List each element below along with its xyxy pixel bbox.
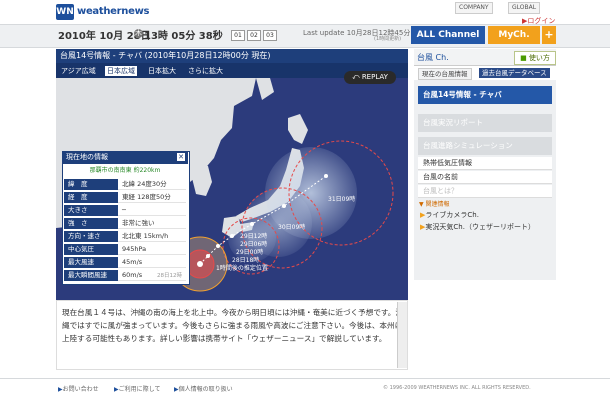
footer-divider bbox=[0, 378, 610, 379]
menu-about-typhoon[interactable]: 台風とは？ bbox=[418, 185, 552, 198]
channel-title: 台風 Ch. bbox=[417, 53, 449, 62]
description-text: 現在台風１４号は、沖縄の南の海上を北上中。今夜から明日頃には沖縄・奄美に近づく予… bbox=[62, 308, 403, 343]
track-point bbox=[230, 234, 234, 238]
current-time: 13時 05分 38秒 bbox=[144, 31, 223, 42]
track-point bbox=[216, 244, 220, 248]
track-label-30: 30日09時 bbox=[278, 224, 306, 231]
description-scrollbar[interactable] bbox=[397, 302, 407, 368]
track-point bbox=[282, 204, 286, 208]
global-link[interactable]: GLOBAL bbox=[508, 2, 541, 14]
related-live-camera-label: ライブカメラCh. bbox=[425, 211, 479, 219]
info-label-lon: 経 度 bbox=[64, 192, 118, 203]
info-label-gust: 最大瞬間風速 bbox=[64, 270, 118, 281]
small-button-2[interactable]: 02 bbox=[247, 30, 261, 41]
tab-past-database[interactable]: 過去台風データベース bbox=[479, 68, 550, 78]
info-label-max-wind: 最大風速 bbox=[64, 257, 118, 268]
info-value-pressure: 945hPa bbox=[118, 244, 186, 255]
info-label-direction: 方向・速さ bbox=[64, 231, 118, 242]
my-channel-button[interactable]: MyCh. bbox=[488, 26, 540, 44]
company-link-label: COMPANY bbox=[459, 4, 489, 11]
info-value-lat: 北緯 24度30分 bbox=[118, 179, 186, 190]
menu-simulation[interactable]: 台風進路シミュレーション bbox=[418, 137, 552, 155]
info-title: 現在地の情報 bbox=[62, 151, 188, 164]
info-label-size: 大きさ bbox=[64, 205, 118, 216]
all-channel-label: ALL Channel bbox=[416, 30, 480, 40]
track-point bbox=[324, 174, 328, 178]
info-label-lat: 緯 度 bbox=[64, 179, 118, 190]
menu-tropical-depression[interactable]: 熱帯低気圧情報 bbox=[418, 157, 552, 170]
tab-current-typhoon[interactable]: 現在の台風情報 bbox=[418, 68, 472, 80]
small-button-3[interactable]: 03 bbox=[263, 30, 277, 41]
track-point bbox=[206, 254, 210, 258]
menu-report[interactable]: 台風実況リポート bbox=[418, 114, 552, 132]
small-button-1[interactable]: 01 bbox=[231, 30, 245, 41]
info-label-pressure: 中心気圧 bbox=[64, 244, 118, 255]
all-channel-button[interactable]: ALL Channel bbox=[411, 26, 485, 44]
footer-contact-label: お問い合わせ bbox=[62, 386, 99, 393]
zoom-more[interactable]: さらに拡大 bbox=[186, 66, 225, 76]
typhoon-description: 現在台風１４号は、沖縄の南の海上を北上中。今夜から明日頃には沖縄・奄美に近づく予… bbox=[56, 300, 408, 370]
logo-text[interactable]: weathernews bbox=[77, 6, 149, 17]
footer-privacy-label: 個人情報の取り扱い bbox=[178, 386, 233, 393]
info-value-strength: 非常に強い bbox=[118, 218, 186, 229]
zoom-japan-wide[interactable]: 日本広域 bbox=[105, 66, 137, 76]
add-channel-button[interactable]: + bbox=[542, 26, 556, 44]
related-live-camera[interactable]: ▶ライブカメラCh. bbox=[420, 210, 479, 220]
info-value-lon: 東経 128度50分 bbox=[118, 192, 186, 203]
footer-terms[interactable]: ▶ご利用に際して bbox=[114, 384, 160, 393]
replay-label: REPLAY bbox=[361, 73, 388, 81]
footer-contact[interactable]: ▶お問い合わせ bbox=[58, 384, 99, 393]
track-label-estimated: 1時間後の推定位置 bbox=[216, 265, 268, 272]
help-icon: ■ bbox=[520, 54, 529, 62]
copyright: © 1996-2009 WEATHERNEWS INC. ALL RIGHTS … bbox=[383, 385, 531, 391]
page-title: 台風14号情報 - チャバ (2010年10月28日12時00分 現在) bbox=[56, 49, 408, 63]
info-time-note: 28日12時 bbox=[157, 273, 182, 279]
replay-icon: ⤺ bbox=[352, 73, 362, 81]
menu-typhoon-names[interactable]: 台風の名前 bbox=[418, 171, 552, 184]
track-label-31: 31日09時 bbox=[328, 196, 356, 203]
help-button[interactable]: ■ 使い方 bbox=[514, 51, 556, 65]
track-point bbox=[250, 222, 254, 226]
related-weather-report[interactable]: ▶実況天気Ch.（ウェザーリポート） bbox=[420, 222, 535, 232]
close-icon[interactable]: ✕ bbox=[177, 153, 185, 161]
my-channel-label: MyCh. bbox=[498, 30, 530, 40]
zoom-asia[interactable]: アジア広域 bbox=[59, 66, 98, 76]
replay-button[interactable]: ⤺ REPLAY bbox=[344, 71, 396, 84]
related-heading: ▼ 関連情報 bbox=[419, 201, 450, 208]
help-label: 使い方 bbox=[528, 54, 550, 62]
info-label-strength: 強 さ bbox=[64, 218, 118, 229]
weekday-badge: 木 bbox=[134, 29, 143, 38]
footer-terms-label: ご利用に際して bbox=[118, 386, 161, 393]
last-update-note: (1時間更新) bbox=[374, 36, 402, 42]
info-value-max-wind: 45m/s bbox=[118, 257, 186, 268]
info-value-direction: 北北東 15km/h bbox=[118, 231, 186, 242]
footer-privacy[interactable]: ▶個人情報の取り扱い bbox=[174, 384, 233, 393]
menu-current-typhoon[interactable]: 台風14号情報 - チャバ bbox=[418, 86, 552, 104]
zoom-japan-large[interactable]: 日本拡大 bbox=[146, 66, 178, 76]
info-value-size: ─ bbox=[118, 205, 186, 216]
global-link-label: GLOBAL bbox=[512, 4, 537, 11]
company-link[interactable]: COMPANY bbox=[455, 2, 493, 14]
info-location: 那覇市の南南東 約220km bbox=[89, 167, 161, 174]
related-weather-report-label: 実況天気Ch.（ウェザーリポート） bbox=[425, 223, 535, 231]
logo-mark[interactable]: WN bbox=[56, 4, 74, 20]
